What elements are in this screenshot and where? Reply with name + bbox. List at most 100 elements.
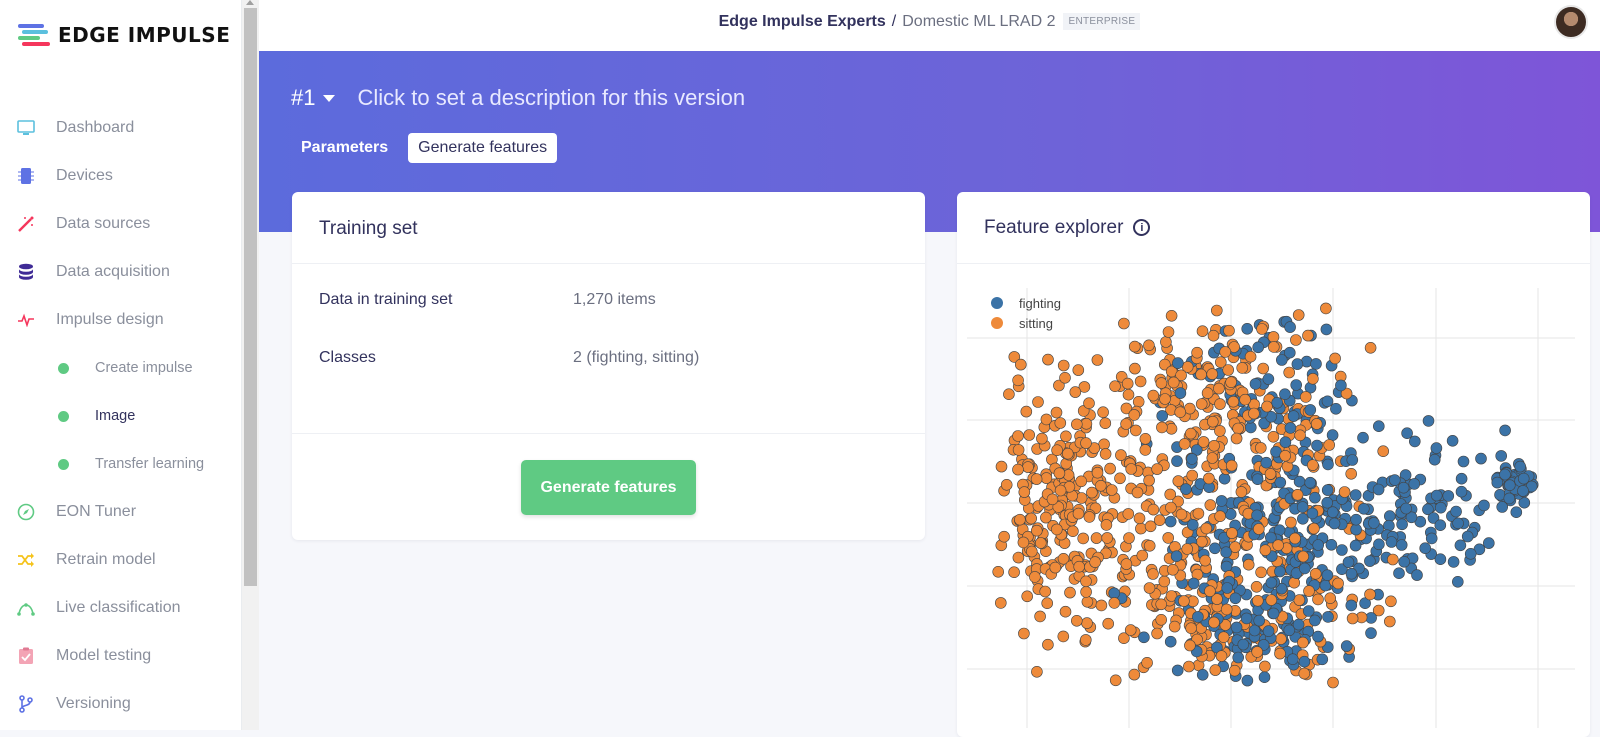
scatter-point-sitting[interactable] (1272, 539, 1285, 552)
sidebar-item-devices[interactable]: Devices (0, 152, 242, 200)
scatter-point-sitting[interactable] (1204, 585, 1216, 598)
scatter-point-sitting[interactable] (1199, 554, 1211, 567)
scatter-point-sitting[interactable] (1051, 444, 1063, 456)
scatter-point-sitting[interactable] (1383, 615, 1396, 628)
scatter-point-sitting[interactable] (1299, 391, 1312, 403)
scatter-point-sitting[interactable] (1320, 302, 1332, 315)
scatter-point-fighting[interactable] (1383, 510, 1396, 522)
scatter-point-sitting[interactable] (1327, 676, 1339, 689)
scatter-point-fighting[interactable] (1401, 427, 1413, 439)
scatter-point-fighting[interactable] (1309, 614, 1321, 627)
scatter-point-fighting[interactable] (1232, 651, 1245, 664)
scatter-point-sitting[interactable] (1226, 527, 1238, 539)
scatter-point-sitting[interactable] (1257, 362, 1270, 375)
scatter-point-fighting[interactable] (1229, 592, 1242, 605)
scatter-point-fighting[interactable] (1192, 611, 1204, 623)
scatter-point-fighting[interactable] (1368, 517, 1380, 529)
scatter-point-fighting[interactable] (1262, 625, 1275, 637)
scatter-point-fighting[interactable] (1186, 453, 1198, 465)
scatter-point-fighting[interactable] (1286, 653, 1299, 666)
scatter-point-sitting[interactable] (1130, 424, 1142, 437)
scatter-point-fighting[interactable] (1408, 435, 1421, 448)
scatter-point-sitting[interactable] (1025, 512, 1037, 525)
scatter-point-fighting[interactable] (1372, 420, 1385, 432)
scatter-point-sitting[interactable] (1324, 592, 1337, 605)
scatter-point-fighting[interactable] (1249, 378, 1262, 390)
scatter-point-sitting[interactable] (1106, 484, 1118, 496)
scatter-point-sitting[interactable] (1143, 339, 1155, 352)
scatter-point-sitting[interactable] (1143, 582, 1156, 594)
sidebar-item-eon-tuner[interactable]: EON Tuner (0, 488, 242, 536)
scatter-point-sitting[interactable] (1147, 503, 1160, 516)
scatter-point-sitting[interactable] (1125, 463, 1137, 475)
scatter-point-fighting[interactable] (1311, 439, 1323, 452)
sidebar-item-live-classification[interactable]: Live classification (0, 584, 242, 632)
scatter-point-sitting[interactable] (1308, 522, 1320, 535)
scatter-point-sitting[interactable] (1080, 634, 1092, 646)
scatter-point-sitting[interactable] (1211, 304, 1223, 317)
scatter-point-fighting[interactable] (1464, 547, 1477, 560)
scatter-point-sitting[interactable] (1244, 350, 1257, 363)
scatter-point-sitting[interactable] (1120, 418, 1132, 430)
scatter-point-sitting[interactable] (1279, 450, 1292, 462)
scatter-point-sitting[interactable] (1178, 438, 1191, 450)
scatter-point-fighting[interactable] (1383, 519, 1395, 532)
scatter-point-fighting[interactable] (1321, 569, 1334, 582)
scatter-point-sitting[interactable] (1086, 486, 1098, 499)
scatter-point-fighting[interactable] (1365, 627, 1377, 639)
sidebar-item-impulse-design[interactable]: Impulse design (0, 296, 242, 344)
scatter-point-sitting[interactable] (1080, 437, 1092, 449)
scatter-point-sitting[interactable] (1042, 353, 1054, 366)
scatter-point-sitting[interactable] (1264, 468, 1277, 480)
scatter-point-fighting[interactable] (1187, 577, 1200, 590)
scatter-point-fighting[interactable] (1156, 410, 1168, 422)
scatter-point-sitting[interactable] (1197, 436, 1210, 448)
sidebar-item-data-acquisition[interactable]: Data acquisition (0, 248, 242, 296)
scatter-point-sitting[interactable] (1250, 580, 1263, 593)
scatter-point-fighting[interactable] (1320, 323, 1333, 336)
scatter-point-sitting[interactable] (1100, 519, 1113, 531)
scatter-point-sitting[interactable] (1095, 480, 1107, 492)
scatter-point-fighting[interactable] (1170, 550, 1183, 563)
scatter-point-fighting[interactable] (1408, 478, 1421, 490)
scatter-point-sitting[interactable] (1054, 417, 1067, 429)
scatter-point-fighting[interactable] (1251, 473, 1264, 485)
legend-item-fighting[interactable]: fighting (991, 296, 1061, 311)
scatter-point-fighting[interactable] (1447, 556, 1460, 568)
scatter-point-fighting[interactable] (1475, 452, 1487, 465)
scatter-point-sitting[interactable] (1285, 516, 1297, 529)
scatter-point-sitting[interactable] (1302, 329, 1314, 342)
scatter-point-sitting[interactable] (1014, 358, 1027, 371)
scatter-point-fighting[interactable] (1345, 567, 1358, 580)
scatter-point-sitting[interactable] (1136, 549, 1149, 562)
scatter-point-sitting[interactable] (1167, 376, 1180, 389)
scatter-point-fighting[interactable] (1499, 424, 1511, 437)
scatter-point-sitting[interactable] (1185, 427, 1197, 440)
scatter-point-fighting[interactable] (1275, 354, 1288, 366)
scatter-point-sitting[interactable] (1251, 594, 1264, 607)
scatter-point-sitting[interactable] (1201, 387, 1214, 399)
scatter-point-sitting[interactable] (1091, 466, 1104, 479)
scatter-point-fighting[interactable] (1396, 518, 1408, 531)
scatter-point-sitting[interactable] (1303, 585, 1315, 597)
scatter-point-sitting[interactable] (1207, 415, 1219, 428)
scatter-point-sitting[interactable] (1139, 433, 1152, 445)
scatter-point-sitting[interactable] (1090, 532, 1103, 544)
scatter-point-sitting[interactable] (1377, 445, 1390, 457)
scatter-point-sitting[interactable] (1323, 439, 1336, 451)
scatter-point-fighting[interactable] (1248, 624, 1261, 637)
scatter-point-fighting[interactable] (1241, 674, 1254, 687)
scatter-point-sitting[interactable] (1036, 432, 1048, 445)
scatter-point-fighting[interactable] (1349, 489, 1362, 501)
scatter-point-sitting[interactable] (1167, 563, 1179, 576)
scatter-point-sitting[interactable] (1064, 586, 1076, 599)
scatter-point-sitting[interactable] (1081, 595, 1094, 608)
scatter-point-sitting[interactable] (1008, 566, 1020, 579)
scatter-point-sitting[interactable] (1147, 389, 1160, 402)
scatter-point-fighting[interactable] (1342, 556, 1355, 569)
scatter-point-sitting[interactable] (1288, 576, 1301, 589)
scatter-point-sitting[interactable] (1050, 406, 1063, 419)
scatter-point-fighting[interactable] (1349, 539, 1362, 552)
scatter-point-fighting[interactable] (1271, 397, 1284, 409)
scatter-point-fighting[interactable] (1171, 664, 1184, 677)
